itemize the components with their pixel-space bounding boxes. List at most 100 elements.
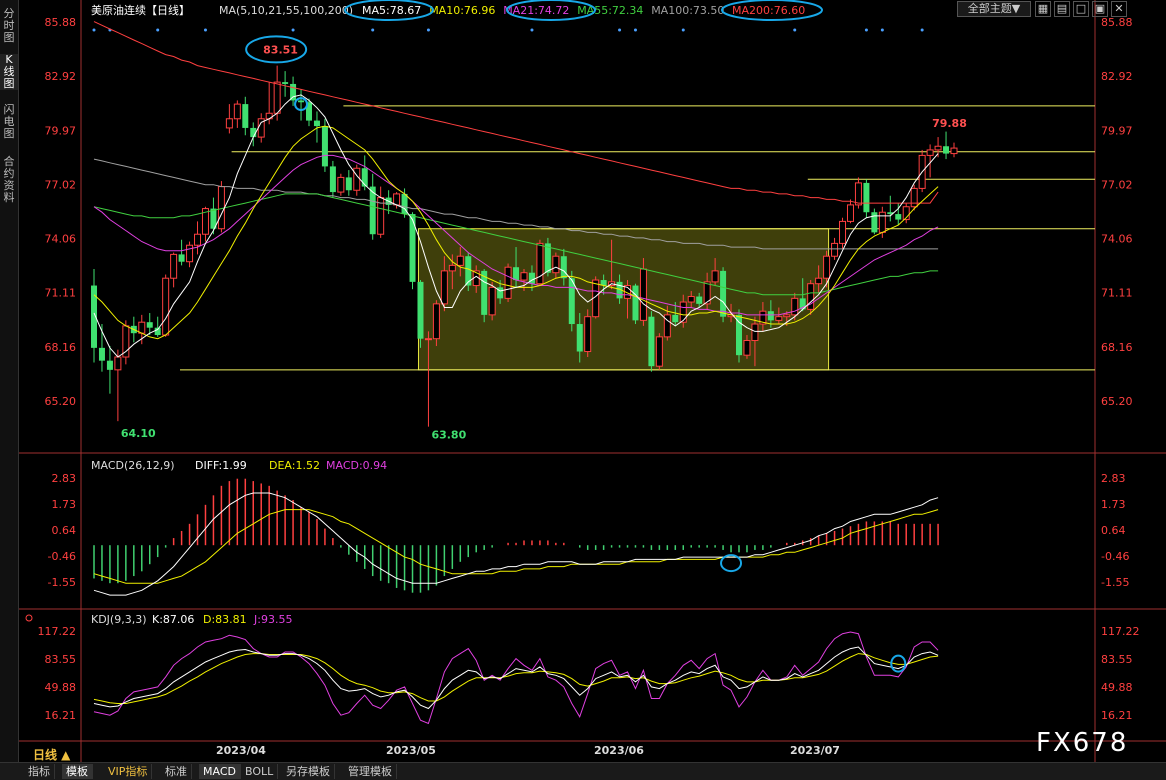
candle-body bbox=[568, 278, 575, 325]
candle-body bbox=[417, 281, 424, 339]
signal-dot bbox=[864, 28, 868, 32]
macd-value-label: MACD:0.94 bbox=[326, 459, 387, 472]
bottom-tab-save-template[interactable]: 另存模板 bbox=[282, 764, 335, 779]
chart-title: 美原油连续【日线】 bbox=[91, 3, 190, 17]
candle-body bbox=[345, 177, 352, 191]
y-tick-left: 79.97 bbox=[45, 124, 77, 137]
kdj-tick-left: 49.88 bbox=[45, 681, 77, 694]
candle-body bbox=[194, 233, 202, 246]
kdj-j-label: J:93.55 bbox=[253, 613, 292, 626]
ma-value-5: MA200:76.60 bbox=[732, 4, 805, 17]
candle-body bbox=[839, 220, 847, 244]
signal-dot bbox=[426, 28, 430, 32]
theme-dropdown[interactable]: 全部主题▼ bbox=[957, 1, 1031, 17]
candle-body bbox=[138, 321, 146, 334]
macd-tick-right: 0.64 bbox=[1101, 524, 1126, 537]
candle-body bbox=[242, 104, 249, 128]
consolidation-box bbox=[417, 228, 830, 371]
grid bbox=[19, 0, 1166, 762]
kdj-tick-right: 49.88 bbox=[1101, 681, 1133, 694]
bottom-tab-vip[interactable]: VIP指标 bbox=[104, 764, 153, 779]
y-tick-right: 85.88 bbox=[1101, 16, 1133, 29]
kdj-tick-left: 16.21 bbox=[45, 709, 77, 722]
high-label: 83.51 bbox=[263, 43, 298, 56]
ma-value-0: MA5:78.67 bbox=[362, 4, 421, 17]
y-tick-right: 82.92 bbox=[1101, 70, 1133, 83]
macd-panel: MACD(26,12,9) DIFF:1.99 DEA:1.52 MACD:0.94 2… bbox=[48, 459, 1129, 596]
macd-tick-right: -0.46 bbox=[1101, 550, 1129, 563]
candle-body bbox=[440, 270, 448, 305]
y-tick-right: 65.20 bbox=[1101, 395, 1133, 408]
signal-dot bbox=[618, 28, 622, 32]
bottom-tab-standard[interactable]: 标准 bbox=[161, 764, 192, 779]
bottom-tab-manage-template[interactable]: 管理模板 bbox=[344, 764, 397, 779]
macd-label: MACD(26,12,9) bbox=[91, 459, 175, 472]
candle-body bbox=[863, 182, 870, 213]
macd-tick-right: -1.55 bbox=[1101, 576, 1129, 589]
consolidation-rect bbox=[417, 228, 830, 371]
bottom-tab-templates[interactable]: 模板 bbox=[62, 764, 93, 779]
x-tick-label: 2023/04 bbox=[216, 744, 266, 757]
macd-tick-left: 1.73 bbox=[52, 498, 77, 511]
macd-dea-line bbox=[93, 509, 939, 584]
ma-value-4: MA100:73.50 bbox=[651, 4, 724, 17]
kdj-settings-icon bbox=[25, 614, 33, 622]
candle-body bbox=[831, 242, 839, 257]
y-tick-left: 85.88 bbox=[45, 16, 77, 29]
candle-body bbox=[679, 301, 687, 323]
candle-body bbox=[321, 126, 328, 167]
candle-body bbox=[775, 316, 783, 321]
left-sidebar: 分时图 K线图 闪电图 合约资料 bbox=[0, 0, 19, 762]
bottom-tab-macd[interactable]: MACD bbox=[199, 764, 241, 779]
kdj-tick-right: 83.55 bbox=[1101, 653, 1133, 666]
ma-value-1: MA10:76.96 bbox=[429, 4, 495, 17]
period-label[interactable]: 日线 ▲ bbox=[33, 746, 70, 763]
candle-body bbox=[361, 168, 368, 187]
candle-body bbox=[910, 187, 918, 208]
candle-body bbox=[934, 145, 942, 151]
candle-body bbox=[504, 266, 512, 299]
signal-dot bbox=[92, 28, 96, 32]
macd-tick-left: 2.83 bbox=[52, 472, 77, 485]
grid-icon[interactable]: ▦ bbox=[1035, 1, 1051, 17]
kdj-tick-left: 117.22 bbox=[38, 625, 77, 638]
tab-lightning[interactable]: 闪电图 bbox=[0, 104, 18, 140]
signal-dot bbox=[291, 28, 295, 32]
fullscreen-icon[interactable]: ▣ bbox=[1092, 1, 1108, 17]
candle-body bbox=[720, 270, 727, 317]
tab-kline[interactable]: K线图 bbox=[0, 54, 18, 90]
low1-label: 64.10 bbox=[121, 427, 156, 440]
tab-timeshare[interactable]: 分时图 bbox=[0, 8, 18, 44]
y-tick-right: 68.16 bbox=[1101, 341, 1133, 354]
kdj-panel: KDJ(9,3,3) K:87.06 D:83.81 J:93.55 117.22 117… bbox=[25, 613, 1140, 725]
candle-body bbox=[424, 338, 432, 341]
macd-tick-left: -0.46 bbox=[48, 550, 76, 563]
layout-icon[interactable]: ▤ bbox=[1054, 1, 1070, 17]
candle-body bbox=[329, 166, 336, 193]
watermark: FX678 bbox=[1036, 728, 1129, 758]
close-icon[interactable]: ✕ bbox=[1111, 1, 1127, 17]
kdj_k-line bbox=[93, 646, 939, 710]
bottom-tab-indicators[interactable]: 指标 bbox=[24, 764, 55, 779]
candle-body bbox=[122, 325, 130, 358]
tab-contract-info[interactable]: 合约资料 bbox=[0, 156, 18, 204]
candle-body bbox=[711, 270, 719, 283]
bottom-tab-boll[interactable]: BOLL bbox=[241, 764, 279, 779]
candle-body bbox=[146, 322, 153, 328]
candle-body bbox=[576, 324, 583, 352]
candle-body bbox=[456, 255, 464, 266]
kdj_d-line bbox=[93, 653, 939, 704]
y-tick-left: 77.02 bbox=[45, 178, 77, 191]
y-tick-right: 71.11 bbox=[1101, 287, 1133, 300]
candle-body bbox=[162, 277, 170, 336]
candle-body bbox=[815, 277, 823, 285]
candle-body bbox=[560, 256, 567, 279]
chart-canvas[interactable]: 美原油连续【日线】 MA(5,10,21,55,100,200) MA5:78.67… bbox=[19, 0, 1166, 762]
window-icon[interactable]: □ bbox=[1073, 1, 1089, 17]
candle-body bbox=[655, 336, 663, 367]
candle-body bbox=[672, 314, 679, 323]
candle-body bbox=[465, 256, 472, 286]
signal-dot bbox=[203, 28, 207, 32]
y-tick-right: 79.97 bbox=[1101, 124, 1133, 137]
candle-body bbox=[106, 360, 113, 370]
